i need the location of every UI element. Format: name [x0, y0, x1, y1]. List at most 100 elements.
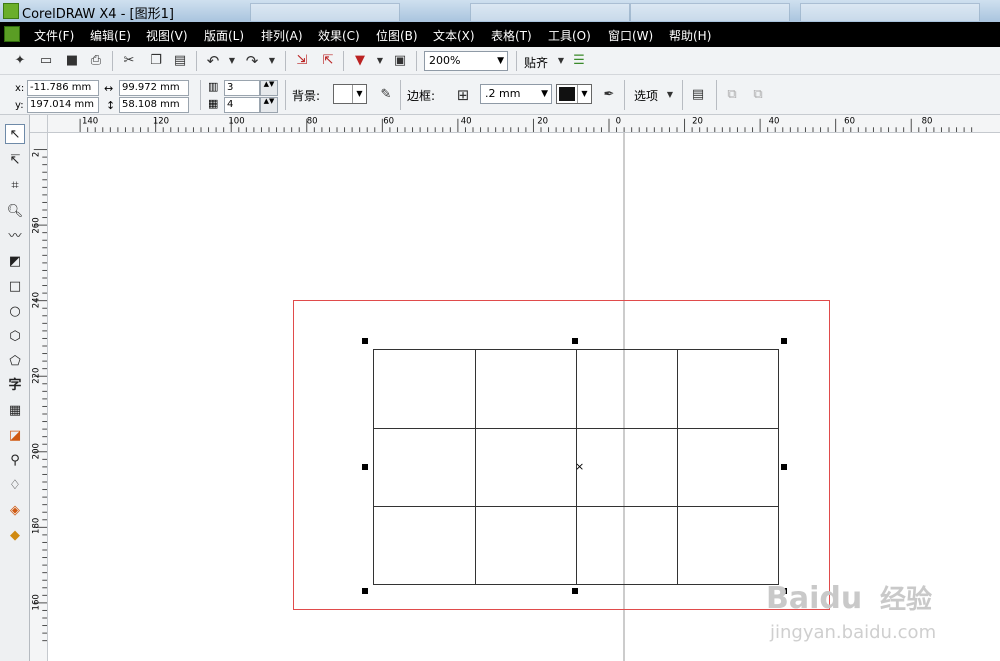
- rows-spinner[interactable]: ▲▼: [260, 80, 278, 96]
- border-width-select[interactable]: .2 mm ▼: [480, 84, 552, 104]
- pick-tool-icon[interactable]: ↖: [5, 124, 25, 144]
- ruler-label: 40: [461, 117, 472, 127]
- selection-handle[interactable]: [781, 588, 787, 594]
- menu-edit[interactable]: 编辑(E): [90, 27, 131, 44]
- eyedropper-tool-icon[interactable]: ⚲: [5, 451, 25, 471]
- selection-handle[interactable]: [781, 338, 787, 344]
- menu-arrange[interactable]: 排列(A): [261, 27, 303, 44]
- ruler-origin[interactable]: [30, 115, 48, 133]
- split-cells-icon[interactable]: ⧉: [750, 87, 766, 103]
- snap-dropdown-icon[interactable]: ▼: [553, 53, 569, 69]
- import-icon[interactable]: ⇲: [294, 53, 310, 69]
- interactive-tool-icon[interactable]: ◪: [5, 426, 25, 446]
- export-icon[interactable]: ⇱: [320, 53, 336, 69]
- interactive-fill-tool-icon[interactable]: ◆: [5, 526, 25, 546]
- toolbar-separator: [343, 51, 344, 71]
- table-tool-icon[interactable]: ▦: [5, 401, 25, 421]
- ruler-label: 60: [383, 117, 394, 127]
- ruler-label: 80: [307, 117, 318, 127]
- text-tool-icon[interactable]: 字: [5, 376, 25, 396]
- cut-icon[interactable]: ✂: [121, 53, 137, 69]
- merge-cells-icon[interactable]: ⧉: [724, 87, 740, 103]
- menu-view[interactable]: 视图(V): [146, 27, 188, 44]
- object-width-field[interactable]: 99.972 mm: [119, 80, 189, 96]
- ruler-label: 80: [922, 117, 933, 127]
- zoom-level-select[interactable]: 200% ▼: [424, 51, 508, 71]
- ruler-label: 160: [32, 594, 42, 610]
- vertical-ruler[interactable]: 2 260 240 220 200 180 160: [30, 133, 48, 661]
- title-bar: CorelDRAW X4 - [图形1]: [0, 0, 1000, 22]
- options-dropdown-icon[interactable]: ▼: [662, 87, 678, 103]
- menu-file[interactable]: 文件(F): [34, 27, 74, 44]
- application-launcher-icon[interactable]: ▼: [352, 53, 368, 69]
- selection-handle[interactable]: [572, 588, 578, 594]
- menu-window[interactable]: 窗口(W): [608, 27, 653, 44]
- redo-icon[interactable]: ↷: [244, 53, 260, 69]
- browser-tab-background: [800, 3, 980, 21]
- y-position-label: y:: [15, 100, 24, 111]
- paste-icon[interactable]: ▤: [172, 53, 188, 69]
- table-rows-field[interactable]: 3: [224, 80, 260, 96]
- polygon-tool-icon[interactable]: ⬡: [5, 327, 25, 347]
- wrap-paragraph-text-icon[interactable]: ▤: [690, 87, 706, 103]
- print-icon[interactable]: ⎙: [88, 53, 104, 69]
- toolbar-separator: [624, 80, 625, 110]
- save-icon[interactable]: ■: [64, 53, 80, 69]
- freehand-tool-icon[interactable]: 〰: [5, 227, 25, 247]
- menu-text[interactable]: 文本(X): [433, 27, 475, 44]
- selection-handle[interactable]: [362, 338, 368, 344]
- border-label: 边框:: [407, 89, 436, 103]
- toolbar-separator: [400, 80, 401, 110]
- border-color-picker[interactable]: ▼: [556, 84, 592, 104]
- browser-tab-background: [250, 3, 400, 21]
- options-icon[interactable]: ☰: [571, 53, 587, 69]
- redo-dropdown-icon[interactable]: ▼: [264, 53, 280, 69]
- ruler-label: 20: [692, 117, 703, 127]
- rectangle-tool-icon[interactable]: □: [5, 277, 25, 297]
- shape-tool-icon[interactable]: ↸: [5, 151, 25, 171]
- border-selection-icon[interactable]: ⊞: [455, 87, 471, 103]
- ruler-label: 100: [228, 117, 244, 127]
- launcher-dropdown-icon[interactable]: ▼: [372, 53, 388, 69]
- menu-tools[interactable]: 工具(O): [548, 27, 591, 44]
- selection-handle[interactable]: [362, 588, 368, 594]
- crop-tool-icon[interactable]: ⌗: [5, 176, 25, 196]
- center-mark-icon: ×: [575, 460, 584, 473]
- coreldraw-app-icon: [3, 3, 19, 19]
- table-columns-field[interactable]: 4: [224, 97, 260, 113]
- options-button[interactable]: 选项: [634, 87, 658, 104]
- undo-dropdown-icon[interactable]: ▼: [224, 53, 240, 69]
- columns-spinner[interactable]: ▲▼: [260, 97, 278, 113]
- background-color-picker[interactable]: ▼: [333, 84, 367, 104]
- snap-to-menu[interactable]: 贴齐: [524, 54, 548, 71]
- menu-effects[interactable]: 效果(C): [318, 27, 360, 44]
- menu-layout[interactable]: 版面(L): [204, 27, 244, 44]
- fill-tool-icon[interactable]: ◈: [5, 501, 25, 521]
- ruler-label: 60: [844, 117, 855, 127]
- drawing-canvas[interactable]: ×: [48, 133, 1000, 661]
- open-folder-icon[interactable]: ▭: [38, 53, 54, 69]
- copy-icon[interactable]: ❐: [148, 53, 164, 69]
- menu-help[interactable]: 帮助(H): [669, 27, 711, 44]
- selection-handle[interactable]: [362, 464, 368, 470]
- y-position-field[interactable]: 197.014 mm: [27, 97, 99, 113]
- horizontal-ruler[interactable]: 140 120 100 80 60 40 20 0 20 40 60 80: [48, 115, 1000, 133]
- outline-pen-icon[interactable]: ✒: [601, 87, 617, 103]
- ellipse-tool-icon[interactable]: ○: [5, 302, 25, 322]
- object-height-field[interactable]: 58.108 mm: [119, 97, 189, 113]
- chevron-down-icon: ▼: [577, 85, 591, 103]
- basic-shapes-tool-icon[interactable]: ⬠: [5, 352, 25, 372]
- outline-tool-icon[interactable]: ♢: [5, 476, 25, 496]
- menu-table[interactable]: 表格(T): [491, 27, 532, 44]
- selection-handle[interactable]: [572, 338, 578, 344]
- new-document-icon[interactable]: ✦: [12, 53, 28, 69]
- edit-fill-icon[interactable]: ✎: [378, 87, 394, 103]
- zoom-tool-icon[interactable]: 🔍︎: [5, 202, 25, 222]
- welcome-screen-icon[interactable]: ▣: [392, 53, 408, 69]
- undo-icon[interactable]: ↶: [205, 53, 221, 69]
- selection-handle[interactable]: [781, 464, 787, 470]
- x-position-field[interactable]: -11.786 mm: [27, 80, 99, 96]
- smart-fill-tool-icon[interactable]: ◩: [5, 252, 25, 272]
- menu-bitmaps[interactable]: 位图(B): [376, 27, 418, 44]
- chevron-down-icon: ▼: [541, 89, 548, 99]
